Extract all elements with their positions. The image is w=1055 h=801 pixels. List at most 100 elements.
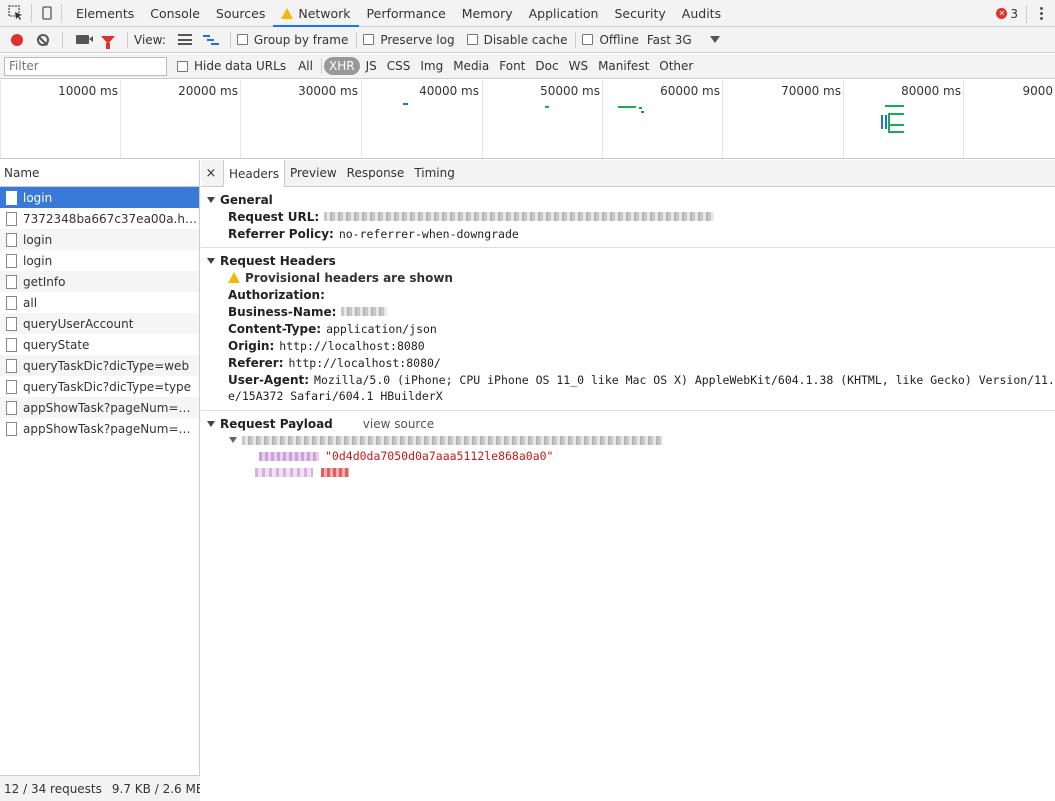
network-toolbar: View: Group by frame Preserve log Disabl… <box>0 27 1055 53</box>
filter-type-xhr[interactable]: XHR <box>323 57 360 75</box>
document-icon <box>6 232 17 247</box>
authorization-row: Authorization: <box>228 287 325 302</box>
request-row[interactable]: 7372348ba667c37ea00a.hot-u... <box>0 208 199 229</box>
filter-type-manifest[interactable]: Manifest <box>594 57 653 75</box>
tab-memory[interactable]: Memory <box>454 0 521 26</box>
request-row[interactable]: queryTaskDic?dicType=type <box>0 376 199 397</box>
tab-elements[interactable]: Elements <box>68 0 142 26</box>
expand-triangle-icon <box>207 420 215 427</box>
request-payload-toggle[interactable]: Request Payload view source <box>207 415 1055 432</box>
request-row[interactable]: queryUserAccount <box>0 313 199 334</box>
clear-button[interactable] <box>30 29 56 51</box>
divider <box>229 31 231 48</box>
request-list: login 7372348ba667c37ea00a.hot-u... logi… <box>0 187 199 439</box>
redacted-value <box>341 307 388 316</box>
referrer-policy-row: Referrer Policy: no-referrer-when-downgr… <box>228 226 519 241</box>
devtools-tabbar: Elements Console Sources Network Perform… <box>0 0 1055 27</box>
expand-triangle-icon <box>207 257 215 264</box>
timeline-label: 70000 ms <box>781 84 841 98</box>
tab-console[interactable]: Console <box>142 0 208 26</box>
disable-cache-checkbox[interactable]: Disable cache <box>466 33 567 47</box>
request-row[interactable]: login <box>0 187 199 208</box>
document-icon <box>6 421 17 436</box>
tab-preview[interactable]: Preview <box>285 160 342 186</box>
grid-line <box>602 80 603 158</box>
request-row[interactable]: queryState <box>0 334 199 355</box>
capture-screenshots-button[interactable] <box>69 29 95 51</box>
filter-type-css[interactable]: CSS <box>383 57 415 75</box>
request-mark <box>641 111 644 113</box>
network-overview[interactable]: 10000 ms 20000 ms 30000 ms 40000 ms 5000… <box>0 80 1055 159</box>
group-by-frame-checkbox[interactable]: Group by frame <box>236 33 348 47</box>
general-section-toggle[interactable]: General <box>207 191 1055 208</box>
grid-line <box>240 80 241 158</box>
record-button[interactable] <box>4 29 30 51</box>
tab-security[interactable]: Security <box>606 0 673 26</box>
hide-data-urls-checkbox[interactable]: Hide data URLs <box>177 59 286 73</box>
close-icon[interactable]: × <box>203 160 219 186</box>
document-icon <box>6 379 17 394</box>
chevron-down-icon <box>709 36 720 43</box>
filter-type-js[interactable]: JS <box>362 57 381 75</box>
request-row[interactable]: appShowTask?pageNum=1&p... <box>0 397 199 418</box>
business-name-row: Business-Name: <box>207 303 1055 320</box>
view-source-link[interactable]: view source <box>363 417 434 431</box>
request-row[interactable]: getInfo <box>0 271 199 292</box>
warning-icon <box>281 7 294 19</box>
filter-toggle-button[interactable] <box>95 29 121 51</box>
document-icon <box>6 211 17 226</box>
request-mark <box>885 105 904 107</box>
payload-object-line[interactable] <box>207 432 1055 448</box>
request-row[interactable]: appShowTask?pageNum=1&p... <box>0 418 199 439</box>
request-headers-toggle[interactable]: Request Headers <box>207 252 1055 269</box>
list-view-icon <box>177 34 192 45</box>
large-rows-button[interactable] <box>172 29 198 51</box>
request-row[interactable]: all <box>0 292 199 313</box>
divider <box>356 31 358 48</box>
tab-audits[interactable]: Audits <box>674 0 729 26</box>
tab-sources[interactable]: Sources <box>208 0 273 26</box>
overview-toggle-button[interactable] <box>198 29 224 51</box>
filter-bar: Hide data URLs All XHR JS CSS Img Media … <box>0 54 1055 79</box>
device-toolbar-icon[interactable] <box>32 4 62 22</box>
tab-timing[interactable]: Timing <box>409 160 460 186</box>
transfer-size: 9.7 KB / 2.6 MB ... <box>111 781 200 796</box>
grid-line <box>722 80 723 158</box>
divider <box>575 31 577 48</box>
request-list-panel: Name login 7372348ba667c37ea00a.hot-u...… <box>0 160 200 801</box>
filter-input[interactable] <box>4 56 167 76</box>
provisional-warning: Provisional headers are shown <box>207 269 1055 286</box>
request-mark <box>545 106 549 108</box>
inspect-element-icon[interactable] <box>0 4 32 22</box>
filter-type-all[interactable]: All <box>294 57 317 75</box>
filter-type-ws[interactable]: WS <box>565 57 592 75</box>
origin-row: Origin: http://localhost:8080 <box>228 338 425 353</box>
filter-type-img[interactable]: Img <box>416 57 447 75</box>
payload-field-line <box>207 464 1055 480</box>
expand-triangle-icon <box>229 437 237 443</box>
request-row[interactable]: queryTaskDic?dicType=web <box>0 355 199 376</box>
filter-type-media[interactable]: Media <box>449 57 493 75</box>
tab-headers[interactable]: Headers <box>223 160 285 187</box>
filter-type-font[interactable]: Font <box>495 57 529 75</box>
preserve-log-checkbox[interactable]: Preserve log <box>363 33 455 47</box>
offline-checkbox[interactable]: Offline <box>582 33 639 47</box>
request-mark <box>881 115 883 129</box>
filter-type-other[interactable]: Other <box>655 57 697 75</box>
tab-performance[interactable]: Performance <box>359 0 454 26</box>
name-column-header[interactable]: Name <box>0 160 199 187</box>
detail-tabs: × Headers Preview Response Timing <box>201 160 1055 187</box>
more-options-icon[interactable] <box>1027 7 1055 20</box>
request-row[interactable]: login <box>0 229 199 250</box>
request-row[interactable]: login <box>0 250 199 271</box>
filter-type-doc[interactable]: Doc <box>531 57 562 75</box>
tab-response[interactable]: Response <box>342 160 410 186</box>
tab-application[interactable]: Application <box>521 0 607 26</box>
timeline-label: 9000 <box>1022 84 1053 98</box>
throttle-select[interactable]: Fast 3G <box>647 33 720 47</box>
referer-row: Referer: http://localhost:8080/ <box>228 355 441 370</box>
grid-line <box>843 80 844 158</box>
error-count-badge[interactable]: ✕ 3 <box>988 4 1027 23</box>
tab-network[interactable]: Network <box>273 0 359 27</box>
redacted-value <box>242 435 662 445</box>
